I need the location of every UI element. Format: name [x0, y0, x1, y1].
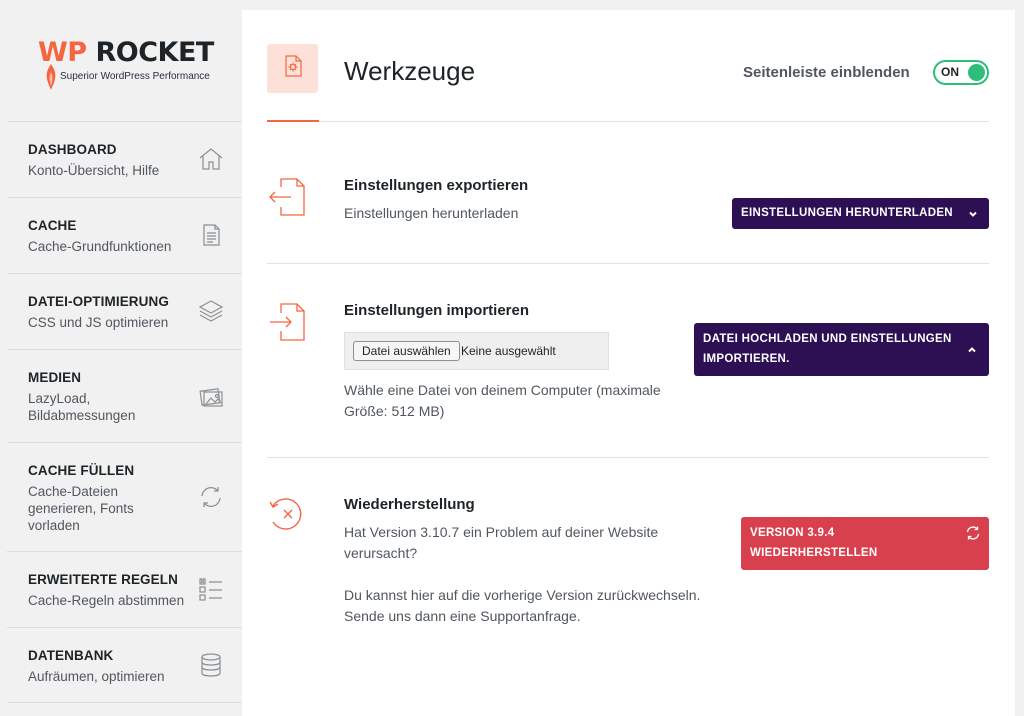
rollback-title: Wiederherstellung	[344, 496, 475, 513]
wp-rocket-logo[interactable]: WP ROCKET Superior WordPress Performance	[38, 38, 218, 94]
export-title: Einstellungen exportieren	[344, 177, 529, 194]
logo-title: WP ROCKET	[38, 37, 214, 68]
sidebar-item-title: CACHE FÜLLEN	[28, 463, 135, 478]
upload-import-button[interactable]: DATEI HOCHLADEN UND EINSTELLUNGEN IMPORT…	[694, 323, 989, 376]
page-title-underline	[267, 120, 319, 122]
import-icon	[267, 300, 307, 344]
sidebar: WP ROCKET Superior WordPress Performance…	[0, 0, 242, 716]
sidebar-item-database[interactable]: DATENBANK Aufräumen, optimieren	[7, 627, 242, 703]
sidebar-item-subtitle: Cache-Regeln abstimmen	[28, 593, 185, 608]
sidebar-item-subtitle: Cache-Grundfunktionen	[28, 239, 172, 254]
sidebar-item-subtitle: CSS und JS optimieren	[28, 315, 169, 330]
main-panel: Werkzeuge Seitenleiste einblenden ON Ein…	[242, 10, 1015, 716]
checklist-icon	[197, 575, 225, 603]
export-icon	[267, 175, 307, 219]
sidebar-item-title: DATEI-OPTIMIERUNG	[28, 294, 169, 309]
sidebar-item-file-optimization[interactable]: DATEI-OPTIMIERUNG CSS und JS optimieren	[7, 273, 242, 349]
rollback-icon	[267, 496, 307, 540]
toggle-knob	[968, 64, 985, 81]
page-icon-box	[267, 44, 318, 93]
toggle-state: ON	[941, 65, 959, 79]
sidebar-item-subtitle: Konto-Übersicht, Hilfe	[28, 163, 160, 178]
export-description: Einstellungen herunterladen	[344, 205, 519, 221]
sidebar-item-media[interactable]: MEDIEN LazyLoad, Bildabmessungen	[7, 349, 242, 442]
rollback-version-button[interactable]: VERSION 3.9.4 WIEDERHERSTELLEN	[741, 517, 989, 570]
logo-tagline: Superior WordPress Performance	[60, 71, 210, 82]
rollback-text-1: Hat Version 3.10.7 ein Problem auf deine…	[344, 524, 659, 561]
header-divider	[319, 121, 989, 122]
section-divider	[267, 457, 989, 458]
sidebar-item-title: CACHE	[28, 218, 77, 233]
sidebar-item-advanced-rules[interactable]: ERWEITERTE REGELN Cache-Regeln abstimmen	[7, 551, 242, 627]
sidebar-item-preload[interactable]: CACHE FÜLLEN Cache-Dateien generieren, F…	[7, 442, 242, 551]
home-icon	[197, 145, 225, 173]
import-title: Einstellungen importieren	[344, 302, 530, 319]
import-help-text: Wähle eine Datei von deinem Computer (ma…	[344, 382, 661, 419]
images-icon	[197, 382, 225, 410]
sidebar-item-subtitle: LazyLoad, Bildabmessungen	[28, 391, 136, 423]
section-divider	[267, 263, 989, 264]
chevron-up-icon	[968, 347, 976, 353]
refresh-icon	[966, 526, 980, 540]
sidebar-item-subtitle: Cache-Dateien generieren, Fonts vorladen	[28, 484, 134, 533]
flame-icon	[46, 64, 56, 90]
sidebar-item-dashboard[interactable]: DASHBOARD Konto-Übersicht, Hilfe	[7, 121, 242, 197]
database-icon	[197, 651, 225, 679]
sidebar-item-title: MEDIEN	[28, 370, 82, 385]
sidebar-toggle-label: Seitenleiste einblenden	[743, 64, 910, 81]
file-status: Keine ausgewählt	[461, 344, 556, 358]
chevron-down-icon	[969, 211, 977, 217]
download-settings-button[interactable]: EINSTELLUNGEN HERUNTERLADEN	[732, 198, 989, 229]
refresh-icon	[197, 483, 225, 511]
sidebar-toggle[interactable]: ON	[933, 60, 989, 85]
document-icon	[197, 221, 225, 249]
sidebar-item-subtitle: Aufräumen, optimieren	[28, 669, 165, 684]
layers-icon	[197, 297, 225, 325]
sidebar-item-title: DASHBOARD	[28, 142, 117, 157]
sidebar-item-title: DATENBANK	[28, 648, 114, 663]
choose-file-button[interactable]: Datei auswählen	[353, 341, 460, 361]
sidebar-item-title: ERWEITERTE REGELN	[28, 572, 178, 587]
file-picker: Datei auswählen Keine ausgewählt	[344, 332, 609, 370]
settings-file-icon	[280, 53, 306, 84]
rollback-text-2: Du kannst hier auf die vorherige Version…	[344, 587, 701, 624]
sidebar-item-cache[interactable]: CACHE Cache-Grundfunktionen	[7, 197, 242, 273]
page-title: Werkzeuge	[344, 56, 476, 86]
